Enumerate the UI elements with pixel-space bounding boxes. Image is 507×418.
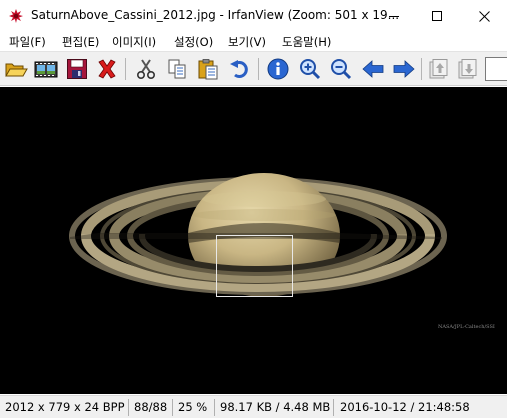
status-index: 88/88 bbox=[134, 400, 168, 414]
menu-image[interactable]: 이미지(I) bbox=[112, 34, 156, 50]
toolbar bbox=[0, 51, 507, 86]
close-window-button[interactable] bbox=[461, 0, 507, 32]
irfanview-app-icon[interactable] bbox=[8, 8, 24, 24]
zoom-in-button[interactable] bbox=[297, 56, 323, 82]
last-page-button[interactable] bbox=[454, 56, 480, 82]
info-icon bbox=[267, 58, 289, 80]
irfanview-window: SaturnAbove_Cassini_2012.jpg - IrfanView… bbox=[0, 0, 507, 418]
title-bar[interactable]: SaturnAbove_Cassini_2012.jpg - IrfanView… bbox=[0, 0, 507, 32]
zoom-out-icon bbox=[331, 59, 352, 80]
image-credit: NASA/JPL-Caltech/SSI bbox=[438, 324, 495, 330]
delete-button[interactable] bbox=[94, 56, 120, 82]
slideshow-button[interactable] bbox=[33, 56, 59, 82]
status-dimensions: 2012 x 779 x 24 BPP bbox=[5, 400, 125, 414]
copy-icon bbox=[168, 59, 186, 79]
cut-icon bbox=[136, 59, 156, 80]
menu-help[interactable]: 도움말(H) bbox=[282, 34, 331, 50]
first-page-button[interactable] bbox=[425, 56, 451, 82]
paste-icon bbox=[198, 59, 218, 80]
status-divider bbox=[172, 399, 173, 416]
save-button[interactable] bbox=[64, 56, 90, 82]
last-page-icon bbox=[458, 59, 477, 79]
toolbar-separator bbox=[258, 58, 259, 80]
menu-edit[interactable]: 편집(E) bbox=[62, 34, 99, 50]
menu-bar: 파일(F) 편집(E) 이미지(I) 설정(O) 보기(V) 도움말(H) bbox=[0, 32, 507, 51]
first-page-icon bbox=[429, 59, 448, 79]
saturn-image bbox=[69, 173, 447, 297]
zoom-out-button[interactable] bbox=[328, 56, 354, 82]
menu-file[interactable]: 파일(F) bbox=[9, 34, 46, 50]
previous-icon bbox=[362, 60, 384, 78]
info-button[interactable] bbox=[265, 56, 291, 82]
toolbar-separator bbox=[421, 58, 422, 80]
maximize-icon bbox=[432, 11, 442, 21]
menu-view[interactable]: 보기(V) bbox=[228, 34, 266, 50]
save-icon bbox=[67, 59, 87, 79]
paste-button[interactable] bbox=[195, 56, 221, 82]
minimize-icon bbox=[389, 16, 399, 17]
next-icon bbox=[393, 60, 415, 78]
copy-button[interactable] bbox=[164, 56, 190, 82]
status-divider bbox=[333, 399, 334, 416]
toolbar-separator bbox=[125, 58, 126, 80]
status-divider bbox=[128, 399, 129, 416]
undo-button[interactable] bbox=[227, 56, 253, 82]
cut-button[interactable] bbox=[133, 56, 159, 82]
slideshow-icon bbox=[34, 61, 58, 78]
close-icon bbox=[478, 10, 490, 22]
toolbar-input-field[interactable] bbox=[485, 57, 507, 81]
image-viewport[interactable]: NASA/JPL-Caltech/SSI bbox=[0, 87, 507, 394]
previous-image-button[interactable] bbox=[360, 56, 386, 82]
menu-options[interactable]: 설정(O) bbox=[174, 34, 213, 50]
minimize-button[interactable] bbox=[371, 0, 417, 32]
status-filesize: 98.17 KB / 4.48 MB bbox=[220, 400, 331, 414]
maximize-button[interactable] bbox=[414, 0, 460, 32]
status-zoom: 25 % bbox=[178, 400, 208, 414]
open-folder-icon bbox=[5, 63, 28, 77]
next-image-button[interactable] bbox=[391, 56, 417, 82]
window-title: SaturnAbove_Cassini_2012.jpg - IrfanView… bbox=[31, 8, 400, 22]
undo-icon bbox=[230, 60, 248, 78]
status-datetime: 2016-10-12 / 21:48:58 bbox=[340, 400, 470, 414]
status-bar: 2012 x 779 x 24 BPP 88/88 25 % 98.17 KB … bbox=[0, 395, 507, 418]
open-button[interactable] bbox=[3, 56, 29, 82]
zoom-in-icon bbox=[300, 59, 321, 80]
status-divider bbox=[214, 399, 215, 416]
delete-icon bbox=[98, 59, 116, 79]
